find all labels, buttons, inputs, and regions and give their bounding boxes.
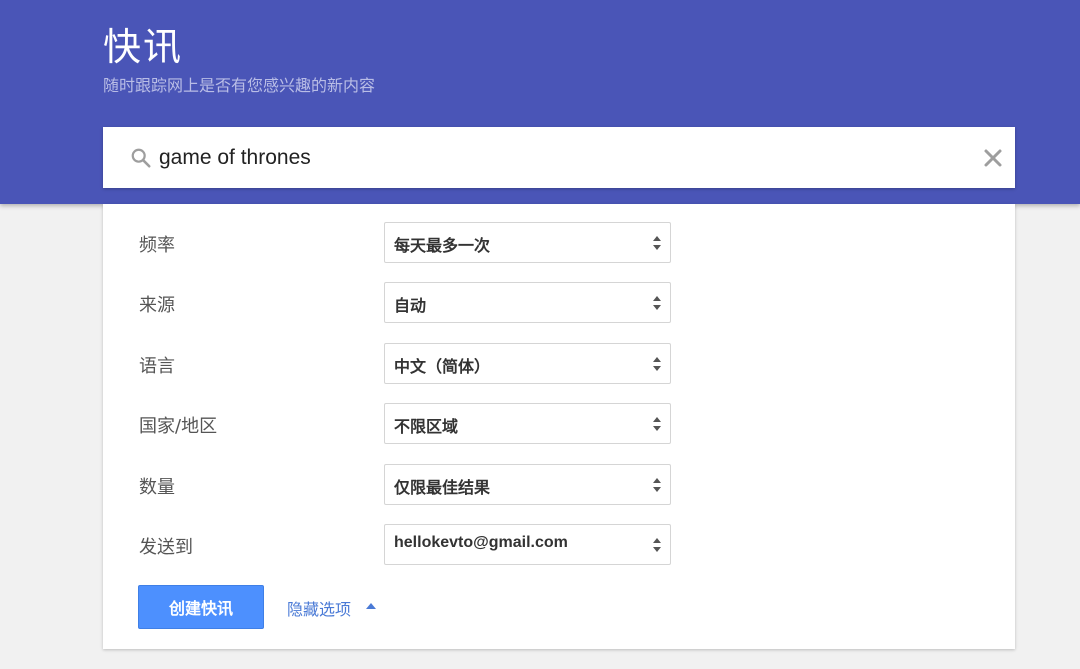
quantity-select[interactable]: 仅限最佳结果 <box>384 464 671 505</box>
app-title: 快讯 <box>103 25 184 69</box>
source-select[interactable]: 自动 <box>384 282 671 323</box>
updown-arrows-icon <box>653 236 661 250</box>
source-label: 来源 <box>139 295 175 316</box>
option-row-region: 国家/地区 不限区域 <box>103 403 1015 444</box>
search-icon <box>131 148 151 168</box>
option-row-deliver-to: 发送到 hellokevto@gmail.com <box>103 524 1015 565</box>
search-input[interactable] <box>159 140 959 176</box>
frequency-label: 频率 <box>139 235 175 256</box>
updown-arrows-icon <box>653 357 661 371</box>
deliver-to-value: hellokevto@gmail.com <box>394 534 568 551</box>
header-bar: 快讯 随时跟踪网上是否有您感兴趣的新内容 <box>0 0 1080 204</box>
option-row-language: 语言 中文（简体） <box>103 343 1015 384</box>
frequency-value: 每天最多一次 <box>394 238 491 255</box>
option-row-frequency: 频率 每天最多一次 <box>103 222 1015 263</box>
updown-arrows-icon <box>653 538 661 552</box>
app-subtitle: 随时跟踪网上是否有您感兴趣的新内容 <box>103 76 376 95</box>
option-row-source: 来源 自动 <box>103 282 1015 323</box>
updown-arrows-icon <box>653 417 661 431</box>
hide-options-link[interactable]: 隐藏选项 <box>287 596 351 620</box>
close-icon[interactable] <box>981 146 1005 170</box>
language-value: 中文（简体） <box>394 359 491 376</box>
quantity-label: 数量 <box>139 477 175 498</box>
language-select[interactable]: 中文（简体） <box>384 343 671 384</box>
region-value: 不限区域 <box>394 419 459 436</box>
frequency-select[interactable]: 每天最多一次 <box>384 222 671 263</box>
quantity-value: 仅限最佳结果 <box>394 480 491 497</box>
alert-options-panel: 频率 每天最多一次 来源 自动 语言 中文（简体） 国家/地区 不限区域 数量 … <box>103 204 1015 649</box>
language-label: 语言 <box>139 356 175 377</box>
option-row-quantity: 数量 仅限最佳结果 <box>103 464 1015 505</box>
caret-up-icon[interactable] <box>365 602 377 610</box>
region-select[interactable]: 不限区域 <box>384 403 671 444</box>
deliver-to-label: 发送到 <box>139 537 193 558</box>
region-label: 国家/地区 <box>139 416 218 437</box>
source-value: 自动 <box>394 298 427 315</box>
deliver-to-select[interactable]: hellokevto@gmail.com <box>384 524 671 565</box>
updown-arrows-icon <box>653 296 661 310</box>
search-bar[interactable] <box>103 127 1015 188</box>
create-alert-button[interactable]: 创建快讯 <box>138 585 264 629</box>
updown-arrows-icon <box>653 478 661 492</box>
